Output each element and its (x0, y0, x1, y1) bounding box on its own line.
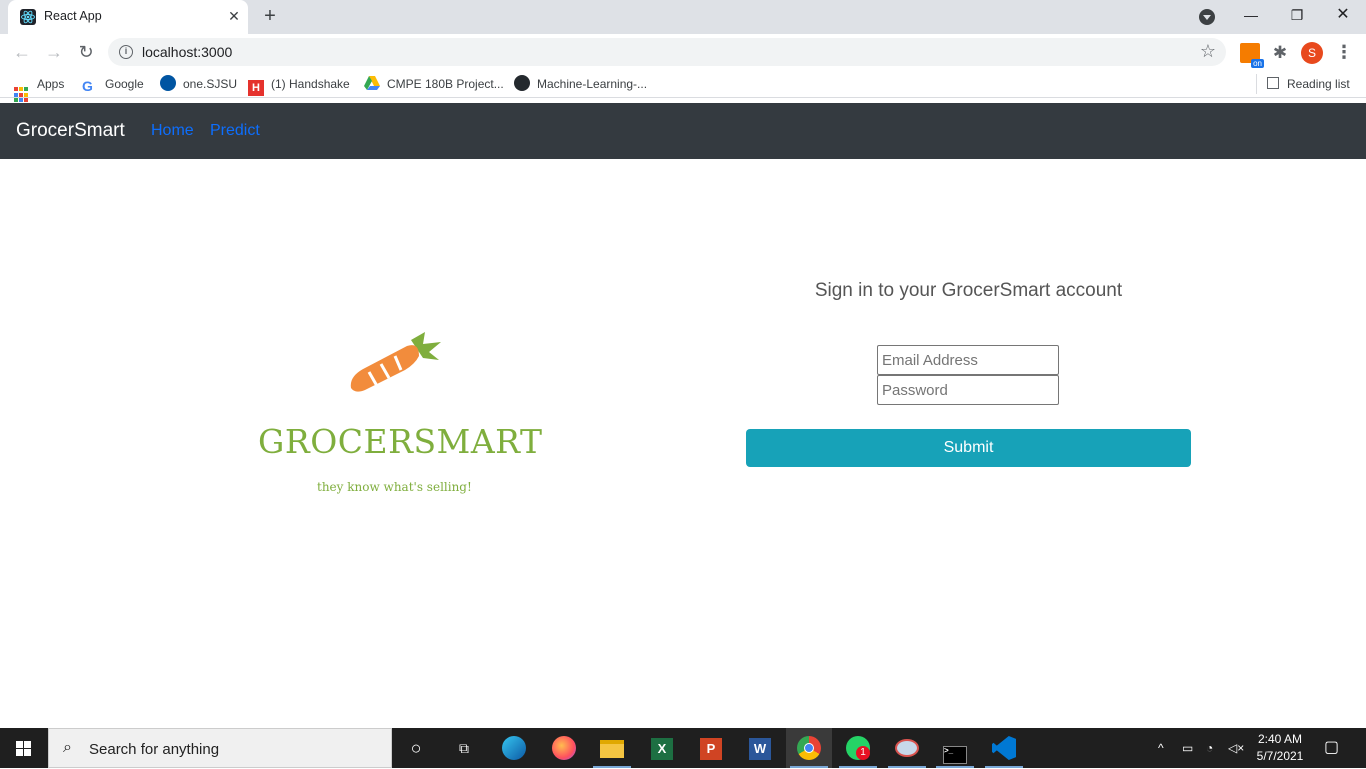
bookmark-label: Machine-Learning-... (537, 77, 648, 91)
navbar-brand[interactable]: GrocerSmart (16, 120, 125, 142)
handshake-icon: H (248, 80, 264, 96)
cortana-icon[interactable]: ○ (402, 734, 430, 762)
logo-tagline: they know what's selling! (317, 480, 472, 494)
email-field[interactable] (877, 345, 1059, 375)
notification-center-icon[interactable]: ▢ (1324, 728, 1339, 768)
terminal-icon[interactable]: >_ (943, 746, 967, 764)
tab-search-icon[interactable] (1199, 9, 1215, 25)
tab-close-icon[interactable]: ✕ (224, 6, 244, 26)
forward-arrow-icon[interactable]: → (42, 40, 66, 64)
bookmark-label: CMPE 180B Project... (387, 77, 504, 91)
reading-list-icon (1267, 77, 1279, 89)
browser-toolbar: ← → ↻ i localhost:3000 ☆ on ✱ S ⋮ (0, 34, 1366, 70)
windows-taskbar: ⌕ Search for anything ○ ⧉ X P W 1 >_ ^ ▭… (0, 728, 1366, 768)
tray-chevron-icon[interactable]: ^ (1158, 728, 1164, 768)
taskbar-search-box[interactable]: ⌕ Search for anything (48, 728, 392, 768)
bookmark-label: (1) Handshake (271, 77, 350, 91)
bookmark-cmpe[interactable]: CMPE 180B Project... (364, 75, 504, 93)
bookmark-ml[interactable]: Machine-Learning-... (514, 75, 647, 93)
browser-tab[interactable]: React App ✕ (8, 0, 248, 34)
submit-button[interactable]: Submit (746, 429, 1191, 467)
bookmark-label: one.SJSU (183, 77, 238, 91)
minimize-button[interactable]: — (1228, 0, 1274, 30)
extension-icon[interactable]: on (1240, 43, 1264, 68)
google-drive-icon (364, 75, 380, 91)
battery-icon[interactable]: ▭ (1182, 728, 1193, 768)
powerpoint-icon[interactable]: P (700, 738, 722, 760)
taskbar-search-placeholder: Search for anything (89, 741, 220, 758)
react-favicon-icon (20, 9, 36, 25)
reading-list-label: Reading list (1287, 77, 1350, 91)
chrome-icon[interactable] (797, 736, 821, 760)
url-text[interactable]: localhost:3000 (142, 44, 232, 60)
nav-link-predict[interactable]: Predict (210, 122, 260, 140)
nav-link-home[interactable]: Home (151, 122, 194, 140)
signin-title: Sign in to your GrocerSmart account (814, 280, 1123, 301)
windows-start-icon[interactable] (0, 728, 48, 768)
bookmarks-bar: Apps G Google one.SJSU H (1) Handshake CMP… (0, 70, 1366, 103)
extensions-puzzle-icon[interactable]: ✱ (1270, 43, 1290, 63)
onesjsu-icon (160, 75, 176, 91)
site-info-icon[interactable]: i (119, 45, 133, 59)
whatsapp-notification-badge: 1 (856, 746, 870, 760)
clock-date: 5/7/2021 (1256, 749, 1304, 763)
apps-grid-icon (14, 87, 30, 103)
bookmark-onesjsu[interactable]: one.SJSU (160, 75, 237, 93)
task-view-icon[interactable]: ⧉ (450, 734, 478, 762)
new-tab-button[interactable]: + (258, 5, 282, 29)
edge-icon[interactable] (502, 736, 526, 760)
wifi-icon[interactable]: ◔ (1206, 728, 1213, 768)
grocersmart-logo: GROCERSMART they know what's selling! (240, 330, 560, 510)
github-icon (514, 75, 530, 91)
bookmark-apps[interactable]: Apps (14, 75, 65, 103)
carrot-icon (350, 332, 441, 392)
address-bar[interactable]: i localhost:3000 ☆ (108, 38, 1226, 66)
restore-button[interactable]: ❐ (1274, 0, 1320, 30)
bookmark-google[interactable]: G Google (82, 75, 144, 94)
browser-tab-strip: React App ✕ + — ❐ ✕ (0, 0, 1366, 34)
back-arrow-icon[interactable]: ← (10, 40, 34, 64)
password-field[interactable] (877, 375, 1059, 405)
volume-muted-icon[interactable]: ◁× (1228, 728, 1244, 768)
excel-icon[interactable]: X (651, 738, 673, 760)
file-explorer-icon[interactable] (600, 740, 624, 758)
tab-title: React App (44, 9, 102, 23)
logo-wordmark: GROCERSMART (258, 422, 543, 461)
snipping-tool-icon[interactable] (895, 739, 919, 757)
google-icon: G (82, 78, 93, 94)
reading-list-button[interactable]: Reading list (1256, 74, 1350, 94)
extension-badge: on (1251, 59, 1264, 68)
bookmark-label: Apps (37, 77, 65, 91)
profile-avatar[interactable]: S (1301, 42, 1323, 64)
firefox-icon[interactable] (552, 736, 576, 760)
bookmark-label: Google (105, 77, 144, 91)
window-close-button[interactable]: ✕ (1320, 0, 1366, 30)
bookmark-handshake[interactable]: H (1) Handshake (248, 75, 350, 96)
browser-menu-icon[interactable]: ⋮ (1334, 40, 1354, 64)
reload-icon[interactable]: ↻ (74, 40, 98, 64)
bookmark-star-icon[interactable]: ☆ (1200, 41, 1216, 62)
clock-time: 2:40 AM (1257, 732, 1303, 746)
word-icon[interactable]: W (749, 738, 771, 760)
search-icon: ⌕ (63, 739, 72, 756)
vscode-icon[interactable] (992, 736, 1016, 760)
app-navbar: GrocerSmart Home Predict (0, 103, 1366, 159)
taskbar-clock[interactable]: 2:40 AM 5/7/2021 (1252, 731, 1308, 765)
